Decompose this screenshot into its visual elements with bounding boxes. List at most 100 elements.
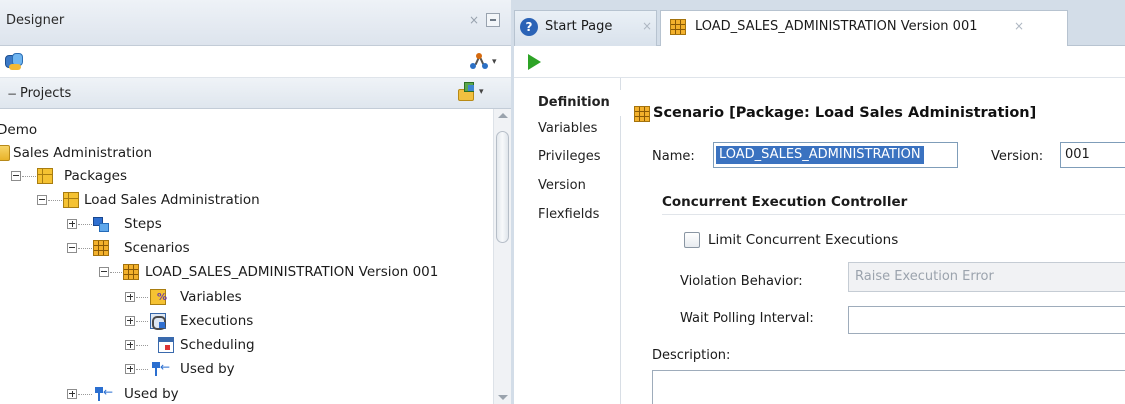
tree-node-scenario[interactable]: LOAD_SALES_ADMINISTRATION Version 001: [0, 261, 490, 283]
tree-node-used-by[interactable]: ← Used by: [0, 383, 490, 404]
tree-node-scheduling[interactable]: Scheduling: [0, 334, 490, 356]
scroll-up-arrow-icon[interactable]: [498, 113, 508, 118]
package-folder-icon: [37, 168, 53, 184]
used-by-icon: ←: [93, 385, 113, 402]
tree-node-scenarios[interactable]: Scenarios: [0, 237, 490, 259]
designer-title: Designer: [6, 13, 65, 28]
scenario-icon: [634, 106, 650, 122]
expand-icon[interactable]: [125, 292, 135, 302]
project-tree: Demo Sales Administration Packages Load …: [0, 109, 493, 404]
projects-accordion-header[interactable]: − Projects ▾: [0, 78, 511, 109]
scenario-editor: ? Start Page × LOAD_SALES_ADMINISTRATION…: [514, 0, 1125, 404]
tree-node-sales-administration[interactable]: Sales Administration: [0, 142, 490, 164]
tree-node-demo[interactable]: Demo: [0, 119, 490, 141]
name-label: Name:: [652, 149, 695, 164]
folder-icon: [0, 145, 10, 161]
collapse-icon[interactable]: −: [7, 87, 17, 101]
expand-icon[interactable]: [125, 364, 135, 374]
side-tab-flexfields[interactable]: Flexfields: [514, 202, 621, 228]
tree-connector: [48, 200, 62, 201]
side-tab-variables[interactable]: Variables: [514, 116, 621, 142]
tree-node-label: Sales Administration: [13, 145, 153, 161]
violation-behavior-value: Raise Execution Error: [855, 269, 994, 284]
collapse-icon[interactable]: [99, 267, 109, 277]
tree-connector: [110, 272, 122, 273]
collapse-icon[interactable]: [37, 195, 47, 205]
tree-connector: [136, 369, 148, 370]
scenario-icon: [123, 264, 139, 280]
scenario-title: Scenario [Package: Load Sales Administra…: [653, 105, 1037, 121]
close-icon[interactable]: ×: [642, 19, 652, 33]
tree-connector: [78, 224, 92, 225]
tree-connector: [78, 248, 92, 249]
expand-icon[interactable]: [67, 389, 77, 399]
model-menu-icon[interactable]: ▾: [470, 52, 500, 72]
tree-scrollbar[interactable]: [493, 109, 511, 404]
tree-node-packages[interactable]: Packages: [0, 165, 490, 187]
description-field[interactable]: [652, 370, 1125, 404]
tree-node-label: Load Sales Administration: [84, 192, 260, 208]
tree-connector: [22, 176, 36, 177]
definition-form: Scenario [Package: Load Sales Administra…: [622, 78, 1125, 404]
section-divider: [662, 214, 1125, 215]
version-field[interactable]: 001: [1060, 142, 1125, 168]
used-by-icon: ←: [150, 360, 170, 377]
expand-icon[interactable]: [125, 316, 135, 326]
tab-start-page[interactable]: ? Start Page ×: [514, 10, 657, 46]
tab-label: LOAD_SALES_ADMINISTRATION Version 001: [695, 19, 978, 34]
tree-node-label: Steps: [124, 216, 162, 232]
close-icon[interactable]: ×: [1014, 19, 1024, 33]
name-field[interactable]: LOAD_SALES_ADMINISTRATION: [713, 142, 958, 168]
tree-node-label: Used by: [124, 386, 179, 402]
tree-connector: [136, 321, 148, 322]
tab-load-sales-administration[interactable]: LOAD_SALES_ADMINISTRATION Version 001 ×: [660, 10, 1068, 46]
tree-node-label: Scheduling: [180, 337, 255, 353]
connect-navigator-icon[interactable]: [5, 52, 25, 72]
minimize-icon[interactable]: [486, 13, 500, 27]
side-tab-privileges[interactable]: Privileges: [514, 144, 621, 170]
tree-node-label: Variables: [180, 289, 242, 305]
designer-panel: Designer × ▾ − Projects ▾ Demo Sales Adm…: [0, 0, 511, 404]
limit-concurrent-checkbox[interactable]: [684, 232, 700, 248]
limit-concurrent-label: Limit Concurrent Executions: [708, 232, 899, 248]
tree-node-used-by[interactable]: ← Used by: [0, 358, 490, 380]
projects-label: Projects: [20, 86, 72, 101]
executions-icon: [150, 313, 166, 330]
tree-node-load-sales-administration[interactable]: Load Sales Administration: [0, 189, 490, 211]
chevron-down-icon: ▾: [479, 87, 484, 97]
scrollbar-thumb[interactable]: [496, 131, 509, 243]
designer-toolbar: ▾: [0, 46, 511, 78]
run-icon[interactable]: [528, 54, 541, 70]
tree-connector: [136, 345, 148, 346]
tree-node-label: Scenarios: [124, 240, 190, 256]
close-icon[interactable]: ×: [466, 13, 482, 27]
collapse-icon[interactable]: [11, 171, 21, 181]
tree-node-label: Used by: [180, 361, 235, 377]
scheduling-icon: [158, 337, 174, 353]
tree-node-label: Packages: [64, 168, 127, 184]
side-tab-version[interactable]: Version: [514, 173, 621, 199]
variables-icon: [150, 289, 167, 305]
description-label: Description:: [652, 348, 731, 363]
tree-node-label: Executions: [180, 313, 254, 329]
tree-node-steps[interactable]: Steps: [0, 213, 490, 235]
expand-icon[interactable]: [125, 340, 135, 350]
chevron-down-icon: ▾: [492, 57, 497, 67]
violation-behavior-select[interactable]: Raise Execution Error: [848, 262, 1125, 292]
tree-connector: [136, 297, 148, 298]
tree-node-variables[interactable]: Variables: [0, 286, 490, 308]
tree-node-executions[interactable]: Executions: [0, 310, 490, 332]
collapse-icon[interactable]: [67, 243, 77, 253]
wait-polling-interval-field[interactable]: [848, 306, 1125, 334]
tab-label: Start Page: [545, 19, 613, 34]
side-tab-definition[interactable]: Definition: [514, 90, 621, 116]
new-project-icon[interactable]: ▾: [458, 82, 488, 104]
tree-connector: [78, 394, 92, 395]
tree-node-label: Demo: [0, 122, 38, 138]
scroll-down-arrow-icon[interactable]: [498, 395, 508, 400]
editor-tab-bar: ? Start Page × LOAD_SALES_ADMINISTRATION…: [514, 0, 1125, 46]
expand-icon[interactable]: [67, 219, 77, 229]
designer-header: Designer ×: [0, 0, 511, 46]
steps-icon: [93, 216, 109, 232]
violation-behavior-label: Violation Behavior:: [680, 274, 803, 289]
